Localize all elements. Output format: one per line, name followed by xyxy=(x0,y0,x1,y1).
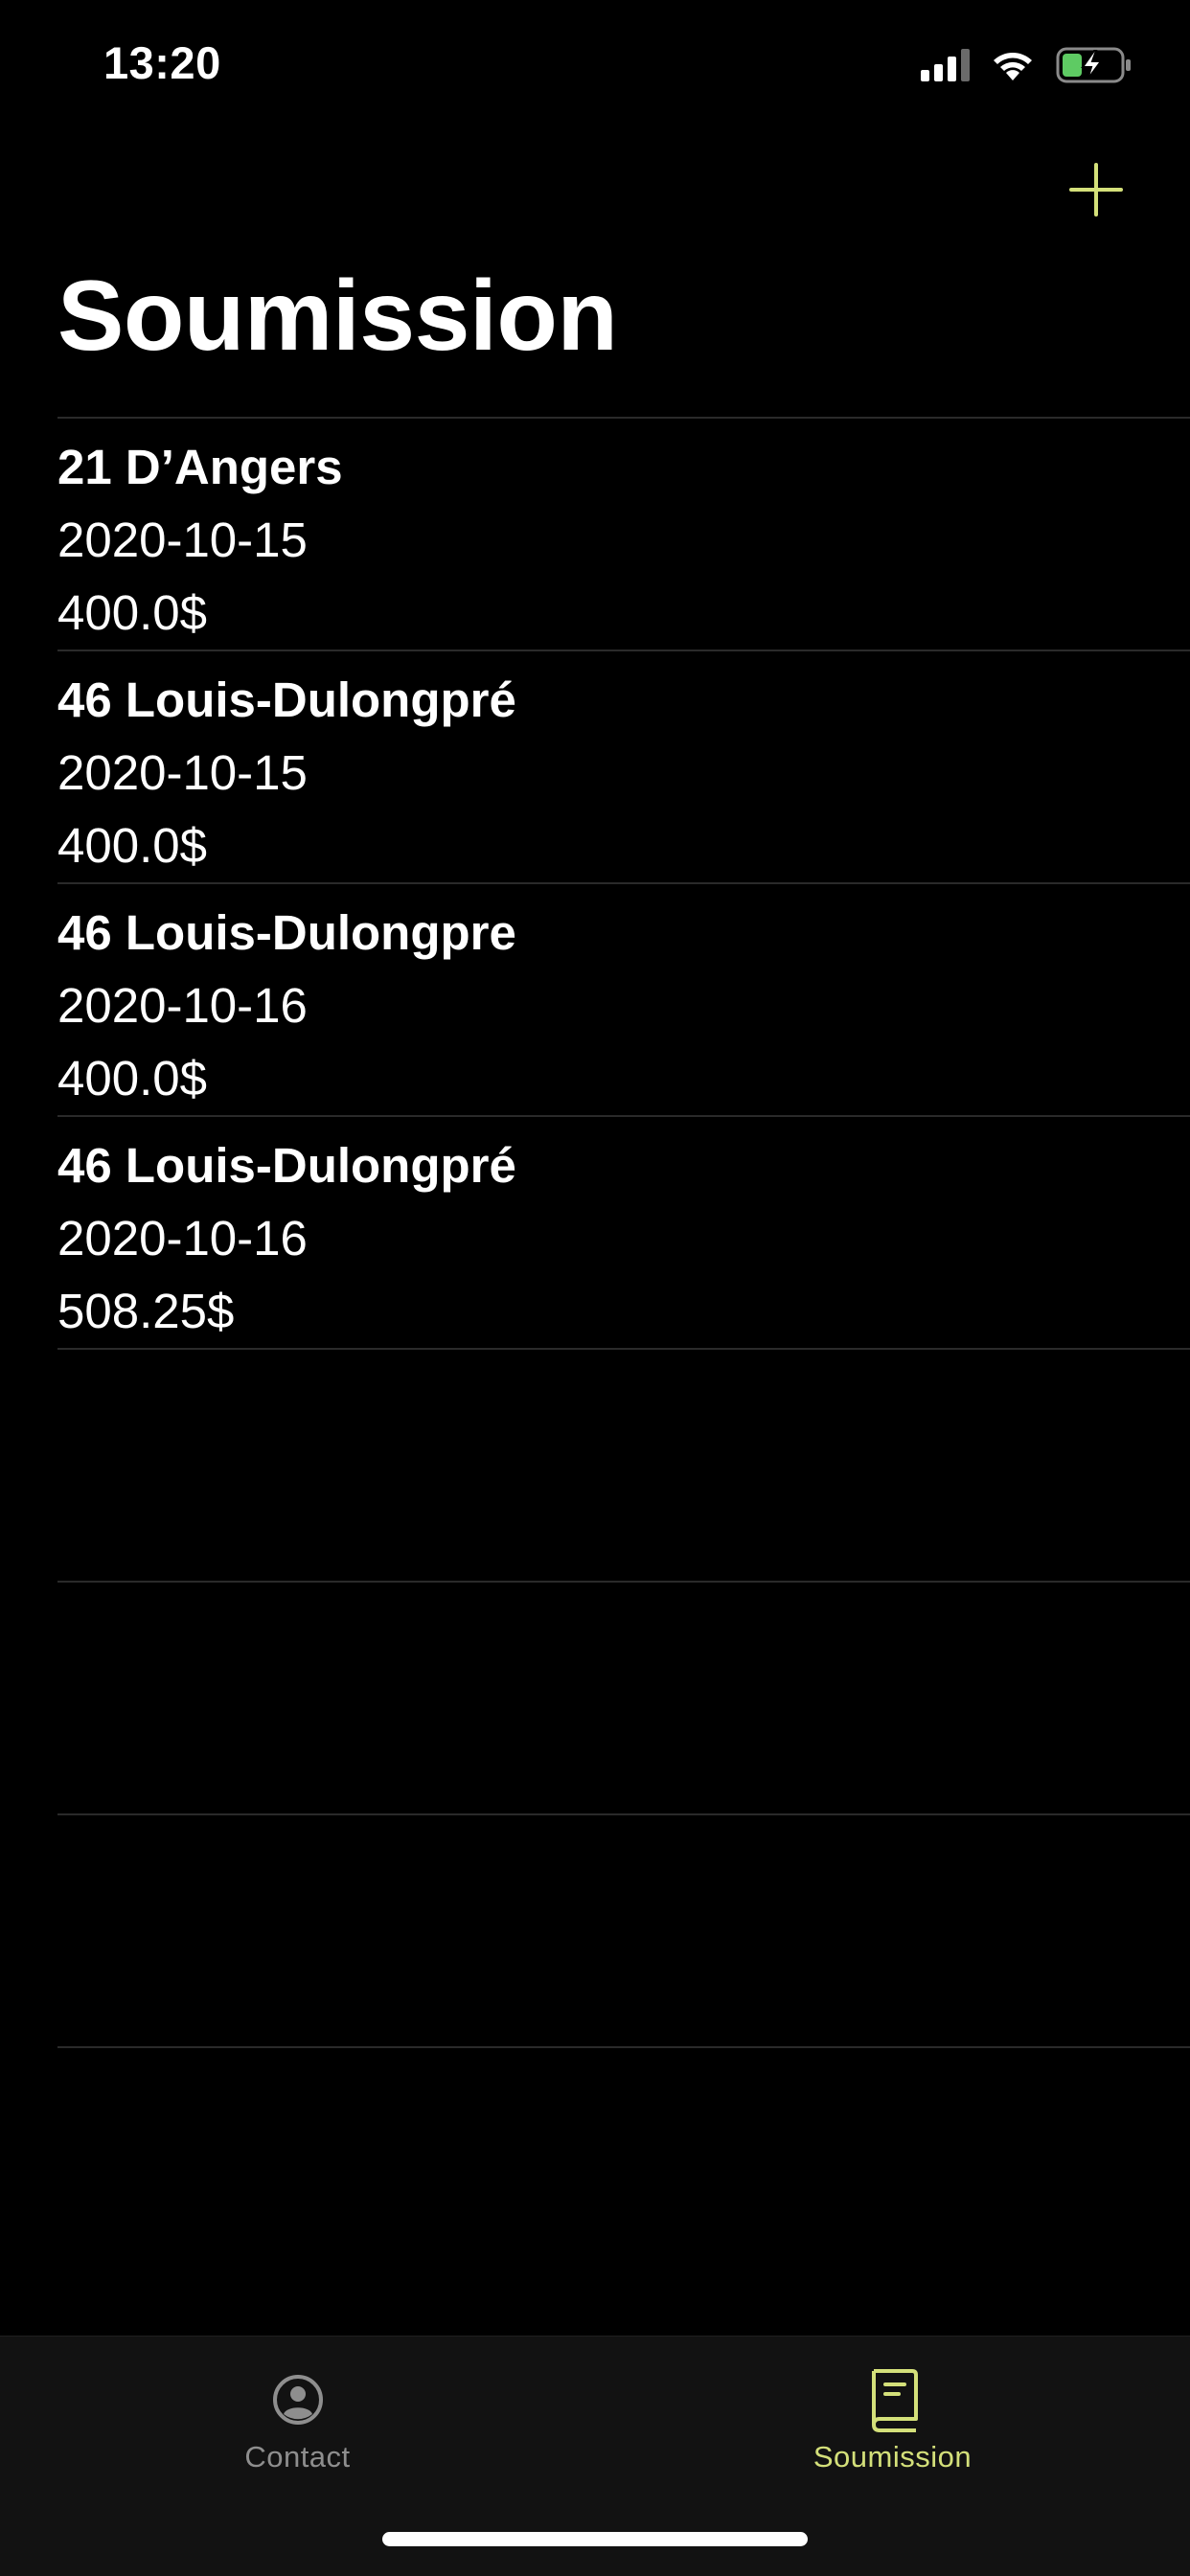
tab-label: Contact xyxy=(244,2440,351,2473)
status-bar: 13:20 xyxy=(0,0,1190,134)
empty-row xyxy=(57,2046,1190,2279)
empty-row xyxy=(57,1348,1190,1581)
item-price: 400.0$ xyxy=(57,585,207,640)
plus-icon xyxy=(1069,163,1123,217)
list-item[interactable]: 46 Louis-Dulongpre 2020-10-16 400.0$ xyxy=(57,882,1190,1115)
battery-charging-icon xyxy=(1056,47,1131,83)
item-date: 2020-10-15 xyxy=(57,513,308,567)
status-time: 13:20 xyxy=(103,37,221,88)
book-icon xyxy=(855,2361,931,2438)
home-indicator[interactable] xyxy=(382,2532,808,2546)
empty-row xyxy=(57,1813,1190,2046)
tab-contact[interactable]: Contact xyxy=(0,2337,595,2499)
item-date: 2020-10-16 xyxy=(57,978,308,1033)
item-title: 46 Louis-Dulongpré xyxy=(57,1138,516,1193)
item-title: 46 Louis-Dulongpré xyxy=(57,672,516,727)
tab-soumission[interactable]: Soumission xyxy=(595,2337,1190,2499)
soumission-list: 21 D’Angers 2020-10-15 400.0$ 46 Louis-D… xyxy=(57,417,1190,2279)
item-price: 400.0$ xyxy=(57,818,207,873)
person-circle-icon xyxy=(260,2361,336,2438)
item-date: 2020-10-16 xyxy=(57,1211,308,1265)
item-title: 46 Louis-Dulongpre xyxy=(57,905,516,960)
add-button[interactable] xyxy=(1060,153,1133,226)
item-title: 21 D’Angers xyxy=(57,440,343,494)
empty-row xyxy=(57,1581,1190,1813)
wifi-icon xyxy=(994,53,1032,80)
page-title: Soumission xyxy=(57,261,618,372)
list-item[interactable]: 21 D’Angers 2020-10-15 400.0$ xyxy=(57,417,1190,650)
cellular-signal-icon xyxy=(921,49,970,81)
tab-label: Soumission xyxy=(812,2440,973,2473)
item-date: 2020-10-15 xyxy=(57,745,308,800)
item-price: 508.25$ xyxy=(57,1284,235,1338)
list-item[interactable]: 46 Louis-Dulongpré 2020-10-15 400.0$ xyxy=(57,650,1190,882)
list-item[interactable]: 46 Louis-Dulongpré 2020-10-16 508.25$ xyxy=(57,1115,1190,1348)
status-icons xyxy=(921,44,1133,86)
item-price: 400.0$ xyxy=(57,1051,207,1106)
